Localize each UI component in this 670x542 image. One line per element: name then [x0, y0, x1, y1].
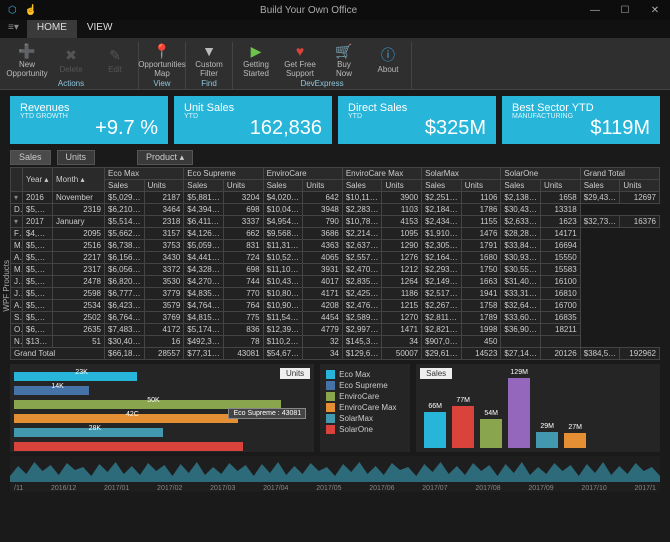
- app-menu-icon[interactable]: ≡▾: [0, 20, 27, 38]
- ribbon-buy-now[interactable]: 🛒BuyNow: [324, 42, 364, 78]
- tab-sales[interactable]: Sales: [10, 150, 51, 165]
- legend-eco-supreme[interactable]: Eco Supreme: [326, 381, 404, 390]
- maximize-button[interactable]: ☐: [610, 5, 640, 16]
- app-icon: ⬡: [8, 5, 17, 16]
- ribbon-new-opportunity[interactable]: ➕NewOpportunity: [7, 42, 47, 78]
- sales-bar-eco-supreme[interactable]: [452, 406, 474, 448]
- pivot-controls: Sales Units Product ▴: [10, 150, 660, 165]
- timeline-tick: 2017/08: [475, 485, 500, 492]
- units-bar-solarone[interactable]: [14, 442, 243, 451]
- tab-home[interactable]: HOME: [27, 20, 77, 38]
- window-title: Build Your Own Office: [37, 5, 580, 16]
- timeline-tick: 2017/06: [369, 485, 394, 492]
- legend-solarone[interactable]: SolarOne: [326, 425, 404, 434]
- sidebar-label[interactable]: WPF Products: [2, 260, 11, 312]
- tab-view[interactable]: VIEW: [77, 20, 123, 38]
- sales-bar-envirocare[interactable]: [480, 419, 502, 448]
- sales-bar-eco-max[interactable]: [424, 412, 446, 448]
- legend-envirocare[interactable]: EnviroCare: [326, 392, 404, 401]
- sales-bar-chart[interactable]: Sales 66M77M54M129M29M27M: [416, 364, 660, 452]
- ribbon-tabs: ≡▾ HOME VIEW: [0, 20, 670, 38]
- ribbon-opportunities-map[interactable]: 📍OpportunitiesMap: [142, 42, 182, 78]
- sales-bar-solarmax[interactable]: [536, 432, 558, 448]
- ribbon-custom-filter[interactable]: ▼CustomFilter: [189, 42, 229, 78]
- chart-tooltip: Eco Supreme : 43081: [228, 408, 306, 419]
- timeline-tick: 2017/02: [157, 485, 182, 492]
- field-product[interactable]: Product ▴: [137, 150, 193, 165]
- sales-bar-envirocare-max[interactable]: [508, 378, 530, 448]
- legend-solarmax[interactable]: SolarMax: [326, 414, 404, 423]
- kpi-revenues[interactable]: RevenuesYTD GROWTH+9.7 %: [10, 96, 168, 144]
- close-button[interactable]: ✕: [640, 5, 670, 16]
- pivot-grid[interactable]: Year ▴Month ▴Eco MaxEco SupremeEnviroCar…: [10, 167, 660, 360]
- titlebar: ⬡ ☝ Build Your Own Office — ☐ ✕: [0, 0, 670, 20]
- timeline-tick: 2017/07: [422, 485, 447, 492]
- sales-chart-label: Sales: [420, 368, 452, 379]
- kpi-row: RevenuesYTD GROWTH+9.7 %Unit SalesYTD162…: [10, 96, 660, 144]
- units-bar-chart[interactable]: Units 23K14K50K42C28KEco Supreme : 43081: [10, 364, 314, 452]
- hand-icon[interactable]: ☝: [25, 5, 37, 16]
- chart-legend: Eco Max Eco Supreme EnviroCare EnviroCare M…: [320, 364, 410, 452]
- sales-bar-solarone[interactable]: [564, 433, 586, 448]
- ribbon-edit: ✎Edit: [95, 42, 135, 78]
- timeline-tick: 2016/12: [51, 485, 76, 492]
- timeline-chart[interactable]: /11 2016/12 2017/01 2017/02 2017/03 2017/04 20…: [10, 456, 660, 492]
- ribbon-about[interactable]: ⓘAbout: [368, 42, 408, 78]
- timeline-tick: 2017/03: [210, 485, 235, 492]
- timeline-tick: /11: [14, 485, 23, 492]
- tab-units[interactable]: Units: [57, 150, 96, 165]
- timeline-tick: 2017/04: [263, 485, 288, 492]
- timeline-tick: 2017/1: [634, 485, 655, 492]
- minimize-button[interactable]: —: [580, 5, 610, 16]
- timeline-tick: 2017/01: [104, 485, 129, 492]
- legend-eco-max[interactable]: Eco Max: [326, 370, 404, 379]
- timeline-tick: 2017/09: [528, 485, 553, 492]
- ribbon-delete: ✖Delete: [51, 42, 91, 78]
- timeline-tick: 2017/05: [316, 485, 341, 492]
- kpi-unit-sales[interactable]: Unit SalesYTD162,836: [174, 96, 332, 144]
- ribbon: ➕NewOpportunity✖Delete✎EditActions📍Oppor…: [0, 38, 670, 90]
- ribbon-getting-started[interactable]: ▶GettingStarted: [236, 42, 276, 78]
- timeline-tick: 2017/10: [581, 485, 606, 492]
- kpi-direct-sales[interactable]: Direct SalesYTD$325M: [338, 96, 496, 144]
- kpi-best-sector-ytd[interactable]: Best Sector YTDMANUFACTURING$119M: [502, 96, 660, 144]
- ribbon-get-free-support[interactable]: ♥Get FreeSupport: [280, 42, 320, 78]
- legend-envirocare-max[interactable]: EnviroCare Max: [326, 403, 404, 412]
